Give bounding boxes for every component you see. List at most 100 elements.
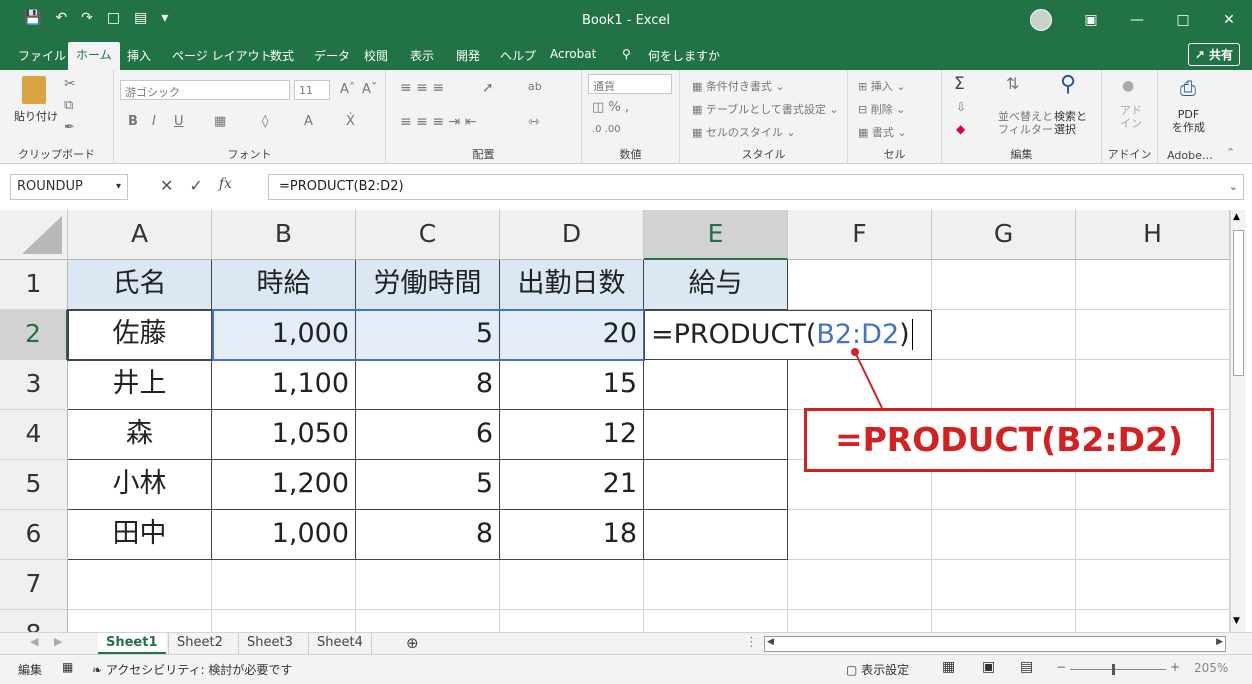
- empty-cell[interactable]: [1076, 260, 1230, 310]
- table-cell[interactable]: 井上: [68, 360, 212, 410]
- table-cell[interactable]: 5: [356, 460, 500, 510]
- scroll-down-icon[interactable]: ▼: [1233, 616, 1240, 626]
- sheet-tab-1[interactable]: Sheet1: [98, 633, 166, 655]
- editing-cell-e2[interactable]: =PRODUCT(B2:D2)​: [644, 310, 932, 360]
- addins-label[interactable]: アド イン: [1120, 104, 1142, 130]
- column-header-a[interactable]: A: [68, 210, 212, 260]
- table-cell[interactable]: 18: [500, 510, 644, 560]
- sort-filter-label[interactable]: 並べ替えと フィルター: [998, 110, 1053, 136]
- page-layout-view-icon[interactable]: ▣: [982, 659, 995, 675]
- table-cell[interactable]: 8: [356, 510, 500, 560]
- display-settings-button[interactable]: ▢ 表示設定: [846, 661, 909, 678]
- column-header-c[interactable]: C: [356, 210, 500, 260]
- decimal-icon[interactable]: .0 .00: [592, 124, 621, 135]
- scroll-up-icon[interactable]: ▲: [1233, 212, 1240, 222]
- row-header-1[interactable]: 1: [0, 260, 68, 310]
- empty-cell[interactable]: [356, 610, 500, 632]
- scroll-right-icon[interactable]: ▶: [1216, 637, 1223, 647]
- pdf-icon[interactable]: ⎙: [1180, 76, 1196, 100]
- delete-cells-button[interactable]: ⊟ 削除 ⌄: [858, 101, 905, 117]
- borders-icon[interactable]: ▦: [214, 114, 226, 129]
- vertical-scrollbar[interactable]: ▲ ▼: [1230, 210, 1246, 632]
- table-cell[interactable]: 8: [356, 360, 500, 410]
- row-header-5[interactable]: 5: [0, 460, 68, 510]
- table-cell[interactable]: 6: [356, 410, 500, 460]
- scroll-left-icon[interactable]: ◀: [767, 637, 774, 647]
- page-break-view-icon[interactable]: ▤: [1020, 659, 1033, 675]
- tab-insert[interactable]: 挿入: [127, 47, 151, 64]
- empty-cell[interactable]: [212, 560, 356, 610]
- prev-sheet-icon[interactable]: ◀: [30, 635, 38, 648]
- paste-icon[interactable]: [22, 76, 46, 104]
- split-handle-icon[interactable]: ⋮: [745, 635, 758, 650]
- row-header-3[interactable]: 3: [0, 360, 68, 410]
- select-all-corner[interactable]: [0, 210, 68, 260]
- underline-button[interactable]: U: [174, 114, 184, 129]
- table-cell[interactable]: 1,000: [212, 310, 356, 360]
- tell-me-search[interactable]: 何をしますか: [648, 47, 720, 64]
- phonetic-icon[interactable]: Ẋ: [346, 114, 355, 129]
- empty-cell[interactable]: [500, 610, 644, 632]
- increase-font-icon[interactable]: Aˆ: [340, 82, 355, 97]
- empty-cell[interactable]: [788, 610, 932, 632]
- table-header-cell[interactable]: 時給: [212, 260, 356, 310]
- align-top-icon[interactable]: ≡ ≡ ≡: [400, 80, 444, 96]
- cancel-icon[interactable]: ✕: [160, 176, 173, 195]
- enter-icon[interactable]: ✓: [189, 176, 202, 195]
- font-color-icon[interactable]: A: [304, 114, 313, 129]
- add-sheet-icon[interactable]: ⊕: [406, 634, 419, 652]
- chevron-down-icon[interactable]: ▾: [116, 175, 121, 199]
- align-left-icon[interactable]: ≡ ≡ ≡ ⇥ ⇤: [400, 114, 476, 130]
- percent-icon[interactable]: ◫ % ,: [592, 100, 629, 115]
- close-icon[interactable]: ✕: [1206, 0, 1252, 40]
- tab-home[interactable]: ホーム: [68, 42, 120, 70]
- zoom-slider-thumb[interactable]: [1112, 664, 1115, 675]
- next-sheet-icon[interactable]: ▶: [54, 635, 62, 648]
- row-header-6[interactable]: 6: [0, 510, 68, 560]
- tab-developer[interactable]: 開発: [456, 47, 480, 64]
- addins-icon[interactable]: ●: [1122, 78, 1134, 94]
- empty-cell[interactable]: [1076, 310, 1230, 360]
- table-header-cell[interactable]: 給与: [644, 260, 788, 310]
- empty-cell[interactable]: [644, 560, 788, 610]
- table-cell[interactable]: 1,100: [212, 360, 356, 410]
- format-as-table-button[interactable]: ▦ テーブルとして書式設定 ⌄: [692, 101, 839, 117]
- insert-cells-button[interactable]: ⊞ 挿入 ⌄: [858, 78, 905, 94]
- table-cell[interactable]: [644, 410, 788, 460]
- table-cell[interactable]: [644, 360, 788, 410]
- table-cell[interactable]: 佐藤: [68, 310, 212, 360]
- tab-data[interactable]: データ: [314, 47, 350, 64]
- table-cell[interactable]: [644, 460, 788, 510]
- maximize-icon[interactable]: □: [1160, 0, 1206, 40]
- copy-icon[interactable]: ⧉: [64, 98, 73, 113]
- expand-formula-icon[interactable]: ⌄: [1229, 180, 1238, 193]
- table-cell[interactable]: 1,000: [212, 510, 356, 560]
- empty-cell[interactable]: [1076, 360, 1230, 410]
- font-size-select[interactable]: 11: [294, 80, 330, 100]
- lightbulb-icon[interactable]: ⚲: [622, 47, 631, 61]
- number-format-select[interactable]: 通貨: [588, 74, 672, 94]
- empty-cell[interactable]: [1076, 610, 1230, 632]
- orientation-icon[interactable]: ➚: [482, 80, 494, 96]
- column-header-f[interactable]: F: [788, 210, 932, 260]
- horizontal-scrollbar[interactable]: ◀ ▶: [764, 636, 1226, 652]
- empty-cell[interactable]: [932, 360, 1076, 410]
- table-cell[interactable]: 小林: [68, 460, 212, 510]
- bold-button[interactable]: B: [128, 114, 138, 129]
- fill-color-icon[interactable]: ◊: [262, 114, 268, 129]
- table-cell[interactable]: 21: [500, 460, 644, 510]
- empty-cell[interactable]: [788, 560, 932, 610]
- row-header-4[interactable]: 4: [0, 410, 68, 460]
- row-header-8[interactable]: 8: [0, 610, 68, 632]
- table-cell[interactable]: 森: [68, 410, 212, 460]
- format-cells-button[interactable]: ▦ 書式 ⌄: [858, 124, 907, 140]
- empty-cell[interactable]: [788, 510, 932, 560]
- empty-cell[interactable]: [932, 310, 1076, 360]
- create-pdf-label[interactable]: PDF を作成: [1172, 108, 1205, 134]
- formula-input[interactable]: =PRODUCT(B2:D2): [268, 174, 1244, 200]
- tab-page-layout[interactable]: ページ レイアウト: [172, 47, 272, 64]
- name-box[interactable]: ROUNDUP ▾: [10, 174, 128, 200]
- column-header-b[interactable]: B: [212, 210, 356, 260]
- tab-formulas[interactable]: 数式: [270, 47, 294, 64]
- clear-icon[interactable]: ◆: [956, 122, 965, 136]
